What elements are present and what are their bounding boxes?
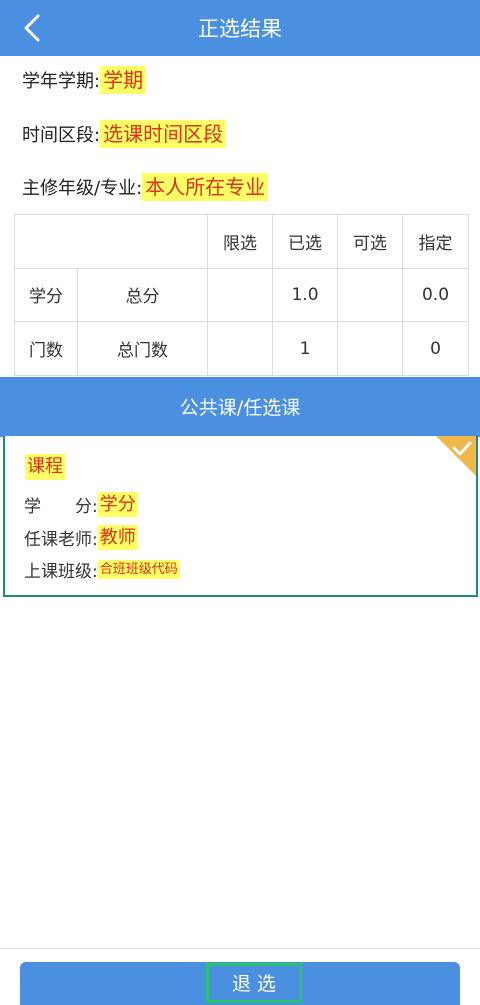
top-bar: 正选结果 <box>0 0 480 56</box>
course-name: 课程 <box>25 454 65 480</box>
term-row: 学年学期: 学期 <box>22 66 147 94</box>
table-header-cell: 指定 <box>402 214 469 269</box>
term-label: 学年学期: <box>22 71 101 92</box>
table-cell <box>337 267 403 323</box>
course-class-row: 上课班级: 合班班级代码 <box>24 557 180 582</box>
table-cell: 0 <box>402 321 469 376</box>
teacher-value: 教师 <box>97 525 138 550</box>
course-credit-row: 学 分: 学分 <box>24 492 138 517</box>
table-cell: 1 <box>272 321 338 376</box>
table-header-cell: 限选 <box>207 214 273 269</box>
table-cell: 1.0 <box>272 267 338 323</box>
table-cell <box>337 321 403 376</box>
section-header: 公共课/任选课 <box>0 377 480 437</box>
class-value: 合班班级代码 <box>97 560 180 579</box>
course-teacher-row: 任课老师: 教师 <box>24 525 138 550</box>
period-row: 时间区段: 选课时间区段 <box>22 120 227 148</box>
class-label: 上课班级: <box>24 562 98 582</box>
table-cell: 总分 <box>77 267 208 323</box>
major-label: 主修年级/专业: <box>22 178 143 199</box>
page-title: 正选结果 <box>198 17 282 41</box>
period-label: 时间区段: <box>22 125 101 146</box>
bottom-divider <box>0 948 480 949</box>
table-header-blank <box>14 214 208 269</box>
table-cell: 学分 <box>14 267 78 323</box>
teacher-label: 任课老师: <box>24 530 98 550</box>
credit-value: 学分 <box>97 492 138 517</box>
table-header-row: 限选 已选 可选 指定 <box>14 214 469 269</box>
summary-table: 限选 已选 可选 指定 学分 总分 1.0 0.0 门数 总门数 1 0 <box>14 214 469 376</box>
table-header-cell: 可选 <box>337 214 403 269</box>
table-header-cell: 已选 <box>272 214 338 269</box>
major-value: 本人所在专业 <box>142 173 269 201</box>
major-row: 主修年级/专业: 本人所在专业 <box>22 173 269 201</box>
table-cell: 门数 <box>14 321 78 376</box>
selected-check-icon <box>436 436 476 476</box>
drop-button-label: 退选 <box>206 963 302 1003</box>
term-value: 学期 <box>100 66 147 94</box>
table-cell <box>207 321 273 376</box>
period-value: 选课时间区段 <box>100 120 227 148</box>
course-card[interactable]: 课程 学 分: 学分 任课老师: 教师 上课班级: 合班班级代码 <box>3 436 478 597</box>
credit-label: 学 分: <box>24 497 98 517</box>
table-cell <box>207 267 273 323</box>
table-cell: 0.0 <box>402 267 469 323</box>
table-row: 学分 总分 1.0 0.0 <box>14 267 469 323</box>
table-row: 门数 总门数 1 0 <box>14 321 469 376</box>
table-cell: 总门数 <box>77 321 208 376</box>
drop-course-button[interactable]: 退选 <box>20 962 460 1005</box>
